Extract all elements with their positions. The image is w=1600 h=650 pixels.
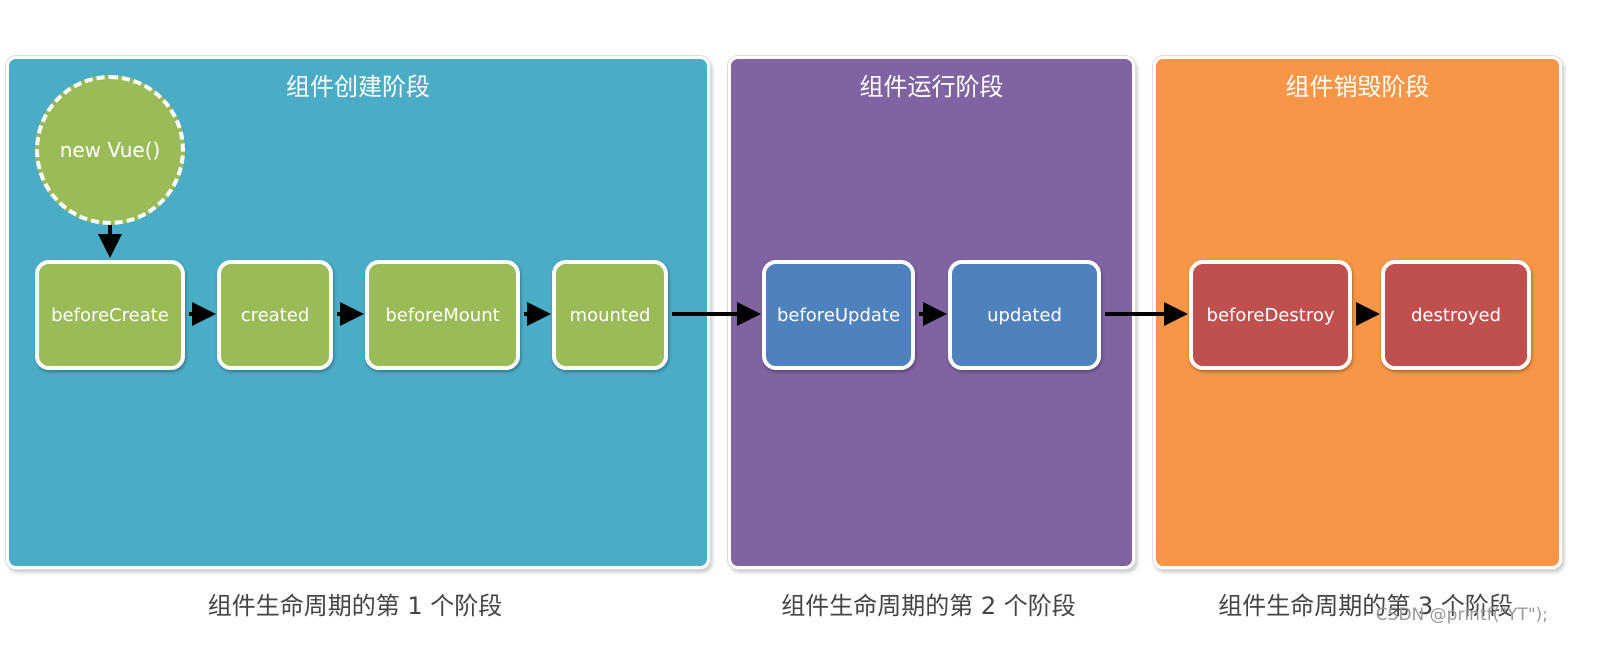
hook-mounted: mounted	[552, 260, 668, 370]
hook-beforeCreate: beforeCreate	[35, 260, 185, 370]
hook-beforeMount: beforeMount	[365, 260, 520, 370]
hook-beforeDestroy: beforeDestroy	[1189, 260, 1352, 370]
caption-stage-2: 组件生命周期的第 2 个阶段	[781, 592, 1076, 620]
watermark: CSDN @printf("YT");	[1375, 605, 1548, 625]
hook-created: created	[217, 260, 333, 370]
hook-updated: updated	[948, 260, 1101, 370]
caption-stage-1: 组件生命周期的第 1 个阶段	[207, 592, 503, 620]
new-vue-node: new Vue()	[35, 75, 185, 225]
hook-beforeUpdate: beforeUpdate	[762, 260, 915, 370]
hook-destroyed: destroyed	[1381, 260, 1531, 370]
